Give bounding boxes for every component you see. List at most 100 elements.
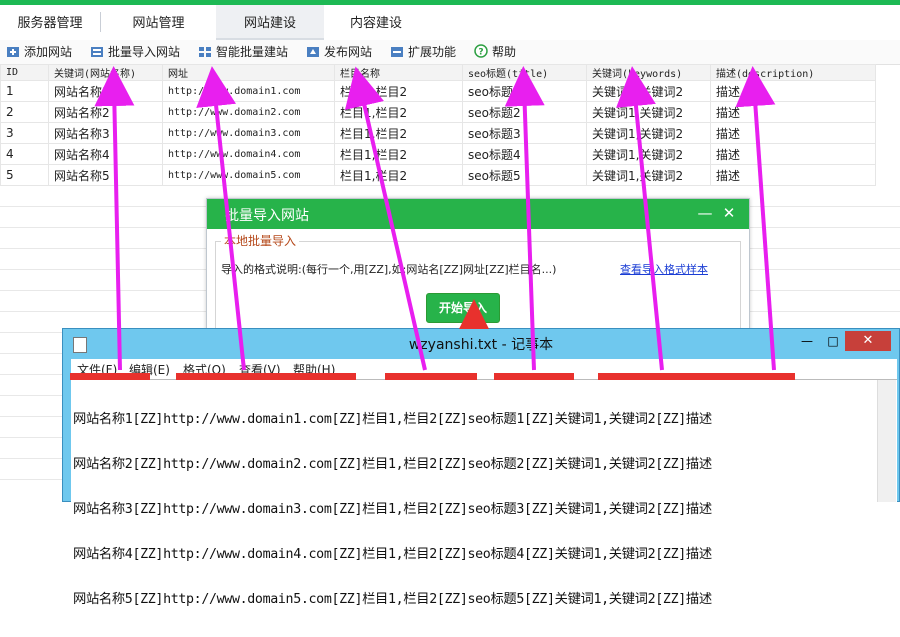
notepad-maximize-button[interactable]: □ xyxy=(821,332,845,350)
tab-content-building[interactable]: 内容建设 xyxy=(324,5,428,38)
column-header-url[interactable]: 网址 xyxy=(162,64,335,81)
notepad-icon xyxy=(73,337,87,353)
site-table: ID 关键词(网站名称) 网址 栏目名称 seo标题(title) 关键词(ke… xyxy=(0,64,876,186)
start-import-button[interactable]: 开始导入 xyxy=(426,293,500,323)
table-header-row: ID 关键词(网站名称) 网址 栏目名称 seo标题(title) 关键词(ke… xyxy=(0,64,876,81)
cell-id: 4 xyxy=(0,143,49,165)
batch-import-label: 批量导入网站 xyxy=(108,45,181,59)
dialog-close-button[interactable]: ✕ xyxy=(719,203,739,223)
add-site-label: 添加网站 xyxy=(24,45,73,59)
cell-keywords: 关键词1,关键词2 xyxy=(586,80,711,102)
notepad-minimize-button[interactable]: — xyxy=(795,332,819,350)
extensions-button[interactable]: 扩展功能 xyxy=(390,43,456,61)
text-line: 网站名称3[ZZ]http://www.domain3.com[ZZ]栏目1,栏… xyxy=(73,502,712,517)
publish-site-button[interactable]: 发布网站 xyxy=(306,43,372,61)
column-header-description[interactable]: 描述(description) xyxy=(710,64,876,81)
cell-category: 栏目1,栏目2 xyxy=(334,164,463,186)
publish-icon xyxy=(307,47,319,57)
cell-id: 3 xyxy=(0,122,49,144)
cell-keyword: 网站名称3 xyxy=(48,122,163,144)
cell-seo-title: seo标题3 xyxy=(462,122,587,144)
dialog-title: 批量导入网站 xyxy=(225,208,309,224)
dialog-titlebar[interactable]: 批量导入网站 — ✕ xyxy=(207,199,749,229)
cell-keywords: 关键词1,关键词2 xyxy=(586,143,711,165)
table-row[interactable]: 1 网站名称1 http://www.domain1.com 栏目1,栏目2 s… xyxy=(0,80,876,102)
help-button[interactable]: ? 帮助 xyxy=(474,43,516,61)
cell-id: 1 xyxy=(0,80,49,102)
table-row[interactable]: 3 网站名称3 http://www.domain3.com 栏目1,栏目2 s… xyxy=(0,122,876,144)
tab-site-management[interactable]: 网站管理 xyxy=(101,5,216,38)
cell-id: 5 xyxy=(0,164,49,186)
column-header-seo-title[interactable]: seo标题(title) xyxy=(462,64,587,81)
top-tab-bar: 服务器管理 网站管理 网站建设 内容建设 xyxy=(0,0,900,40)
table-row[interactable]: 5 网站名称5 http://www.domain5.com 栏目1,栏目2 s… xyxy=(0,164,876,186)
cell-seo-title: seo标题4 xyxy=(462,143,587,165)
dialog-minimize-button[interactable]: — xyxy=(695,203,715,223)
red-underline-marker xyxy=(598,373,768,380)
cell-category: 栏目1,栏目2 xyxy=(334,80,463,102)
publish-site-label: 发布网站 xyxy=(324,45,373,59)
notepad-scrollbar[interactable] xyxy=(877,380,896,502)
extensions-label: 扩展功能 xyxy=(408,45,457,59)
format-description: 导入的格式说明:(每行一个,用[ZZ],如:网站名[ZZ]网址[ZZ]栏目名..… xyxy=(221,263,557,276)
smart-batch-button[interactable]: 智能批量建站 xyxy=(198,43,288,61)
cell-seo-title: seo标题5 xyxy=(462,164,587,186)
cell-keyword: 网站名称2 xyxy=(48,101,163,123)
notepad-close-button[interactable]: ✕ xyxy=(845,331,891,351)
extend-icon xyxy=(391,47,403,57)
cell-seo-title: seo标题1 xyxy=(462,80,587,102)
import-icon xyxy=(91,47,103,57)
column-header-id[interactable]: ID xyxy=(0,64,49,81)
cell-seo-title: seo标题2 xyxy=(462,101,587,123)
text-line: 网站名称1[ZZ]http://www.domain1.com[ZZ]栏目1,栏… xyxy=(73,412,712,427)
table-row[interactable]: 2 网站名称2 http://www.domain2.com 栏目1,栏目2 s… xyxy=(0,101,876,123)
cell-description: 描述 xyxy=(710,164,876,186)
notepad-text-area[interactable]: 网站名称1[ZZ]http://www.domain1.com[ZZ]栏目1,栏… xyxy=(71,379,897,607)
text-line: 网站名称2[ZZ]http://www.domain2.com[ZZ]栏目1,栏… xyxy=(73,457,712,472)
notepad-content: 网站名称1[ZZ]http://www.domain1.com[ZZ]栏目1,栏… xyxy=(73,382,712,637)
cell-keyword: 网站名称4 xyxy=(48,143,163,165)
notepad-window: wzyanshi.txt - 记事本 — □ ✕ 文件(F) 编辑(E) 格式(… xyxy=(62,328,900,607)
cell-url: http://www.domain4.com xyxy=(162,143,335,165)
toolbar: 添加网站 批量导入网站 智能批量建站 发布网站 扩展功能 ? 帮助 xyxy=(0,40,900,65)
tab-site-building[interactable]: 网站建设 xyxy=(216,5,324,40)
cell-description: 描述 xyxy=(710,80,876,102)
batch-import-button[interactable]: 批量导入网站 xyxy=(90,43,180,61)
cell-keywords: 关键词1,关键词2 xyxy=(586,164,711,186)
svg-text:?: ? xyxy=(478,48,483,58)
cell-description: 描述 xyxy=(710,122,876,144)
plus-icon xyxy=(7,47,19,57)
cell-category: 栏目1,栏目2 xyxy=(334,122,463,144)
smart-batch-label: 智能批量建站 xyxy=(216,45,289,59)
red-underline-marker xyxy=(753,373,795,380)
batch-import-dialog: 批量导入网站 — ✕ 本地批量导入 导入的格式说明:(每行一个,用[ZZ],如:… xyxy=(206,198,750,340)
help-label: 帮助 xyxy=(492,45,517,59)
notepad-title: wzyanshi.txt - 记事本 xyxy=(408,337,554,353)
column-header-keywords[interactable]: 关键词(keywords) xyxy=(586,64,711,81)
cell-keyword: 网站名称5 xyxy=(48,164,163,186)
column-header-category[interactable]: 栏目名称 xyxy=(334,64,463,81)
add-site-button[interactable]: 添加网站 xyxy=(6,43,72,61)
group-label: 本地批量导入 xyxy=(221,232,300,249)
cell-category: 栏目1,栏目2 xyxy=(334,101,463,123)
text-line: 网站名称5[ZZ]http://www.domain5.com[ZZ]栏目1,栏… xyxy=(73,592,712,607)
column-header-keyword[interactable]: 关键词(网站名称) xyxy=(48,64,163,81)
cell-description: 描述 xyxy=(710,143,876,165)
cell-keywords: 关键词1,关键词2 xyxy=(586,122,711,144)
red-underline-marker xyxy=(385,373,477,380)
cell-url: http://www.domain5.com xyxy=(162,164,335,186)
cell-url: http://www.domain2.com xyxy=(162,101,335,123)
red-underline-marker xyxy=(70,373,150,380)
tab-server-management[interactable]: 服务器管理 xyxy=(0,5,100,38)
table-row[interactable]: 4 网站名称4 http://www.domain4.com 栏目1,栏目2 s… xyxy=(0,143,876,165)
cell-description: 描述 xyxy=(710,101,876,123)
cell-category: 栏目1,栏目2 xyxy=(334,143,463,165)
red-underline-marker xyxy=(494,373,574,380)
red-underline-marker xyxy=(176,373,356,380)
cell-keyword: 网站名称1 xyxy=(48,80,163,102)
view-format-sample-link[interactable]: 查看导入格式样本 xyxy=(620,261,708,277)
text-line: 网站名称4[ZZ]http://www.domain4.com[ZZ]栏目1,栏… xyxy=(73,547,712,562)
cell-url: http://www.domain1.com xyxy=(162,80,335,102)
help-circle-icon: ? xyxy=(474,44,488,58)
cell-url: http://www.domain3.com xyxy=(162,122,335,144)
